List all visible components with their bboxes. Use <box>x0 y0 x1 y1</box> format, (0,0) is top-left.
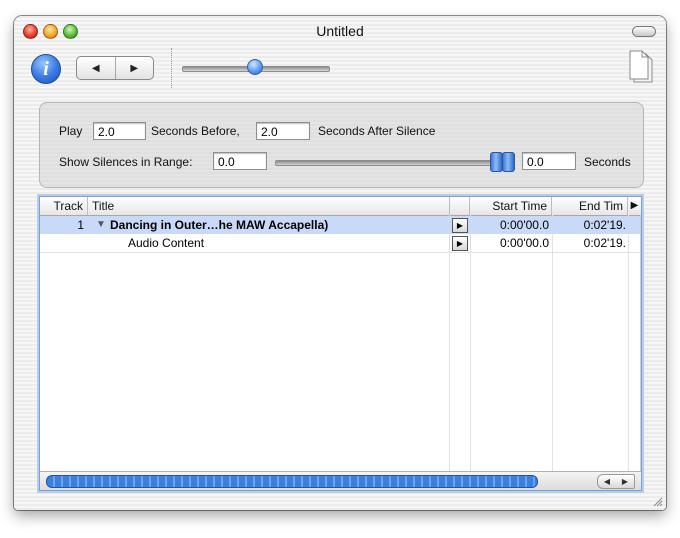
toolbar-divider <box>171 48 173 88</box>
table-right-edge <box>640 215 641 472</box>
range-slider-track[interactable] <box>275 160 513 166</box>
info-icon[interactable]: i <box>31 54 61 84</box>
table-row[interactable]: Audio Content ▶ 0:00'00.0 0:02'19. <box>40 234 641 253</box>
column-header-title[interactable]: Title <box>88 197 450 215</box>
column-divider <box>552 215 553 472</box>
scroll-left-icon[interactable]: ◀ <box>598 475 616 488</box>
start-time: 0:00'00.0 <box>499 218 549 232</box>
track-title: Dancing in Outer…he MAW Accapella) <box>110 218 329 232</box>
column-header-play[interactable] <box>450 197 470 215</box>
scroll-right-icon[interactable]: ▶ <box>616 475 634 488</box>
track-number: 1 <box>77 218 84 232</box>
app-window: Untitled i ◀ ▶ Play 2.0 Seconds Before, … <box>14 16 666 510</box>
seconds-before-label: Seconds Before, <box>151 124 240 138</box>
start-time: 0:00'00.0 <box>499 236 549 250</box>
column-header-track[interactable]: Track <box>40 197 88 215</box>
scroll-arrows: ◀ ▶ <box>597 474 635 489</box>
column-scroll-right-icon[interactable]: ▶ <box>628 197 641 215</box>
play-icon[interactable]: ▶ <box>452 218 468 233</box>
play-label: Play <box>59 124 83 138</box>
end-time: 0:02'19. <box>583 236 626 250</box>
seconds-label: Seconds <box>584 155 631 169</box>
silence-settings-panel: Play 2.0 Seconds Before, 2.0 Seconds Aft… <box>39 102 644 188</box>
seconds-after-field[interactable]: 2.0 <box>256 122 310 140</box>
document-icon[interactable] <box>628 50 656 84</box>
nav-segmented-control: ◀ ▶ <box>76 56 154 80</box>
column-header-start-time[interactable]: Start Time <box>470 197 552 215</box>
resize-grip-icon[interactable] <box>653 497 663 507</box>
toolbar-slider-knob[interactable] <box>247 59 263 75</box>
title-bar[interactable]: Untitled <box>14 16 666 44</box>
range-max-knob[interactable] <box>502 152 515 172</box>
column-divider <box>470 215 471 472</box>
play-icon[interactable]: ▶ <box>452 236 468 251</box>
toolbar-toggle-button[interactable] <box>632 26 656 37</box>
window-title: Untitled <box>316 23 364 39</box>
range-max-field[interactable]: 0.0 <box>522 152 576 170</box>
disclosure-triangle-icon[interactable]: ▼ <box>96 216 108 234</box>
track-number <box>40 234 84 252</box>
seconds-before-field[interactable]: 2.0 <box>93 122 146 140</box>
horizontal-scrollbar[interactable]: ◀ ▶ <box>40 471 641 490</box>
tracks-table: Track Title Start Time End Tim ▶ 1 ▼ Dan… <box>39 196 642 491</box>
column-divider <box>628 215 629 472</box>
range-min-field[interactable]: 0.0 <box>213 152 267 170</box>
scrollbar-thumb[interactable] <box>46 475 538 488</box>
table-row[interactable]: 1 ▼ Dancing in Outer…he MAW Accapella) ▶… <box>40 216 641 234</box>
back-arrow-icon[interactable]: ◀ <box>77 57 115 79</box>
range-label: Show Silences in Range: <box>59 155 193 169</box>
column-header-end-time[interactable]: End Tim <box>552 197 628 215</box>
column-divider <box>449 215 450 472</box>
track-title: Audio Content <box>128 236 205 250</box>
seconds-after-label: Seconds After Silence <box>318 124 436 138</box>
table-header: Track Title Start Time End Tim ▶ <box>40 197 641 216</box>
end-time: 0:02'19. <box>583 218 626 232</box>
forward-arrow-icon[interactable]: ▶ <box>114 57 154 79</box>
